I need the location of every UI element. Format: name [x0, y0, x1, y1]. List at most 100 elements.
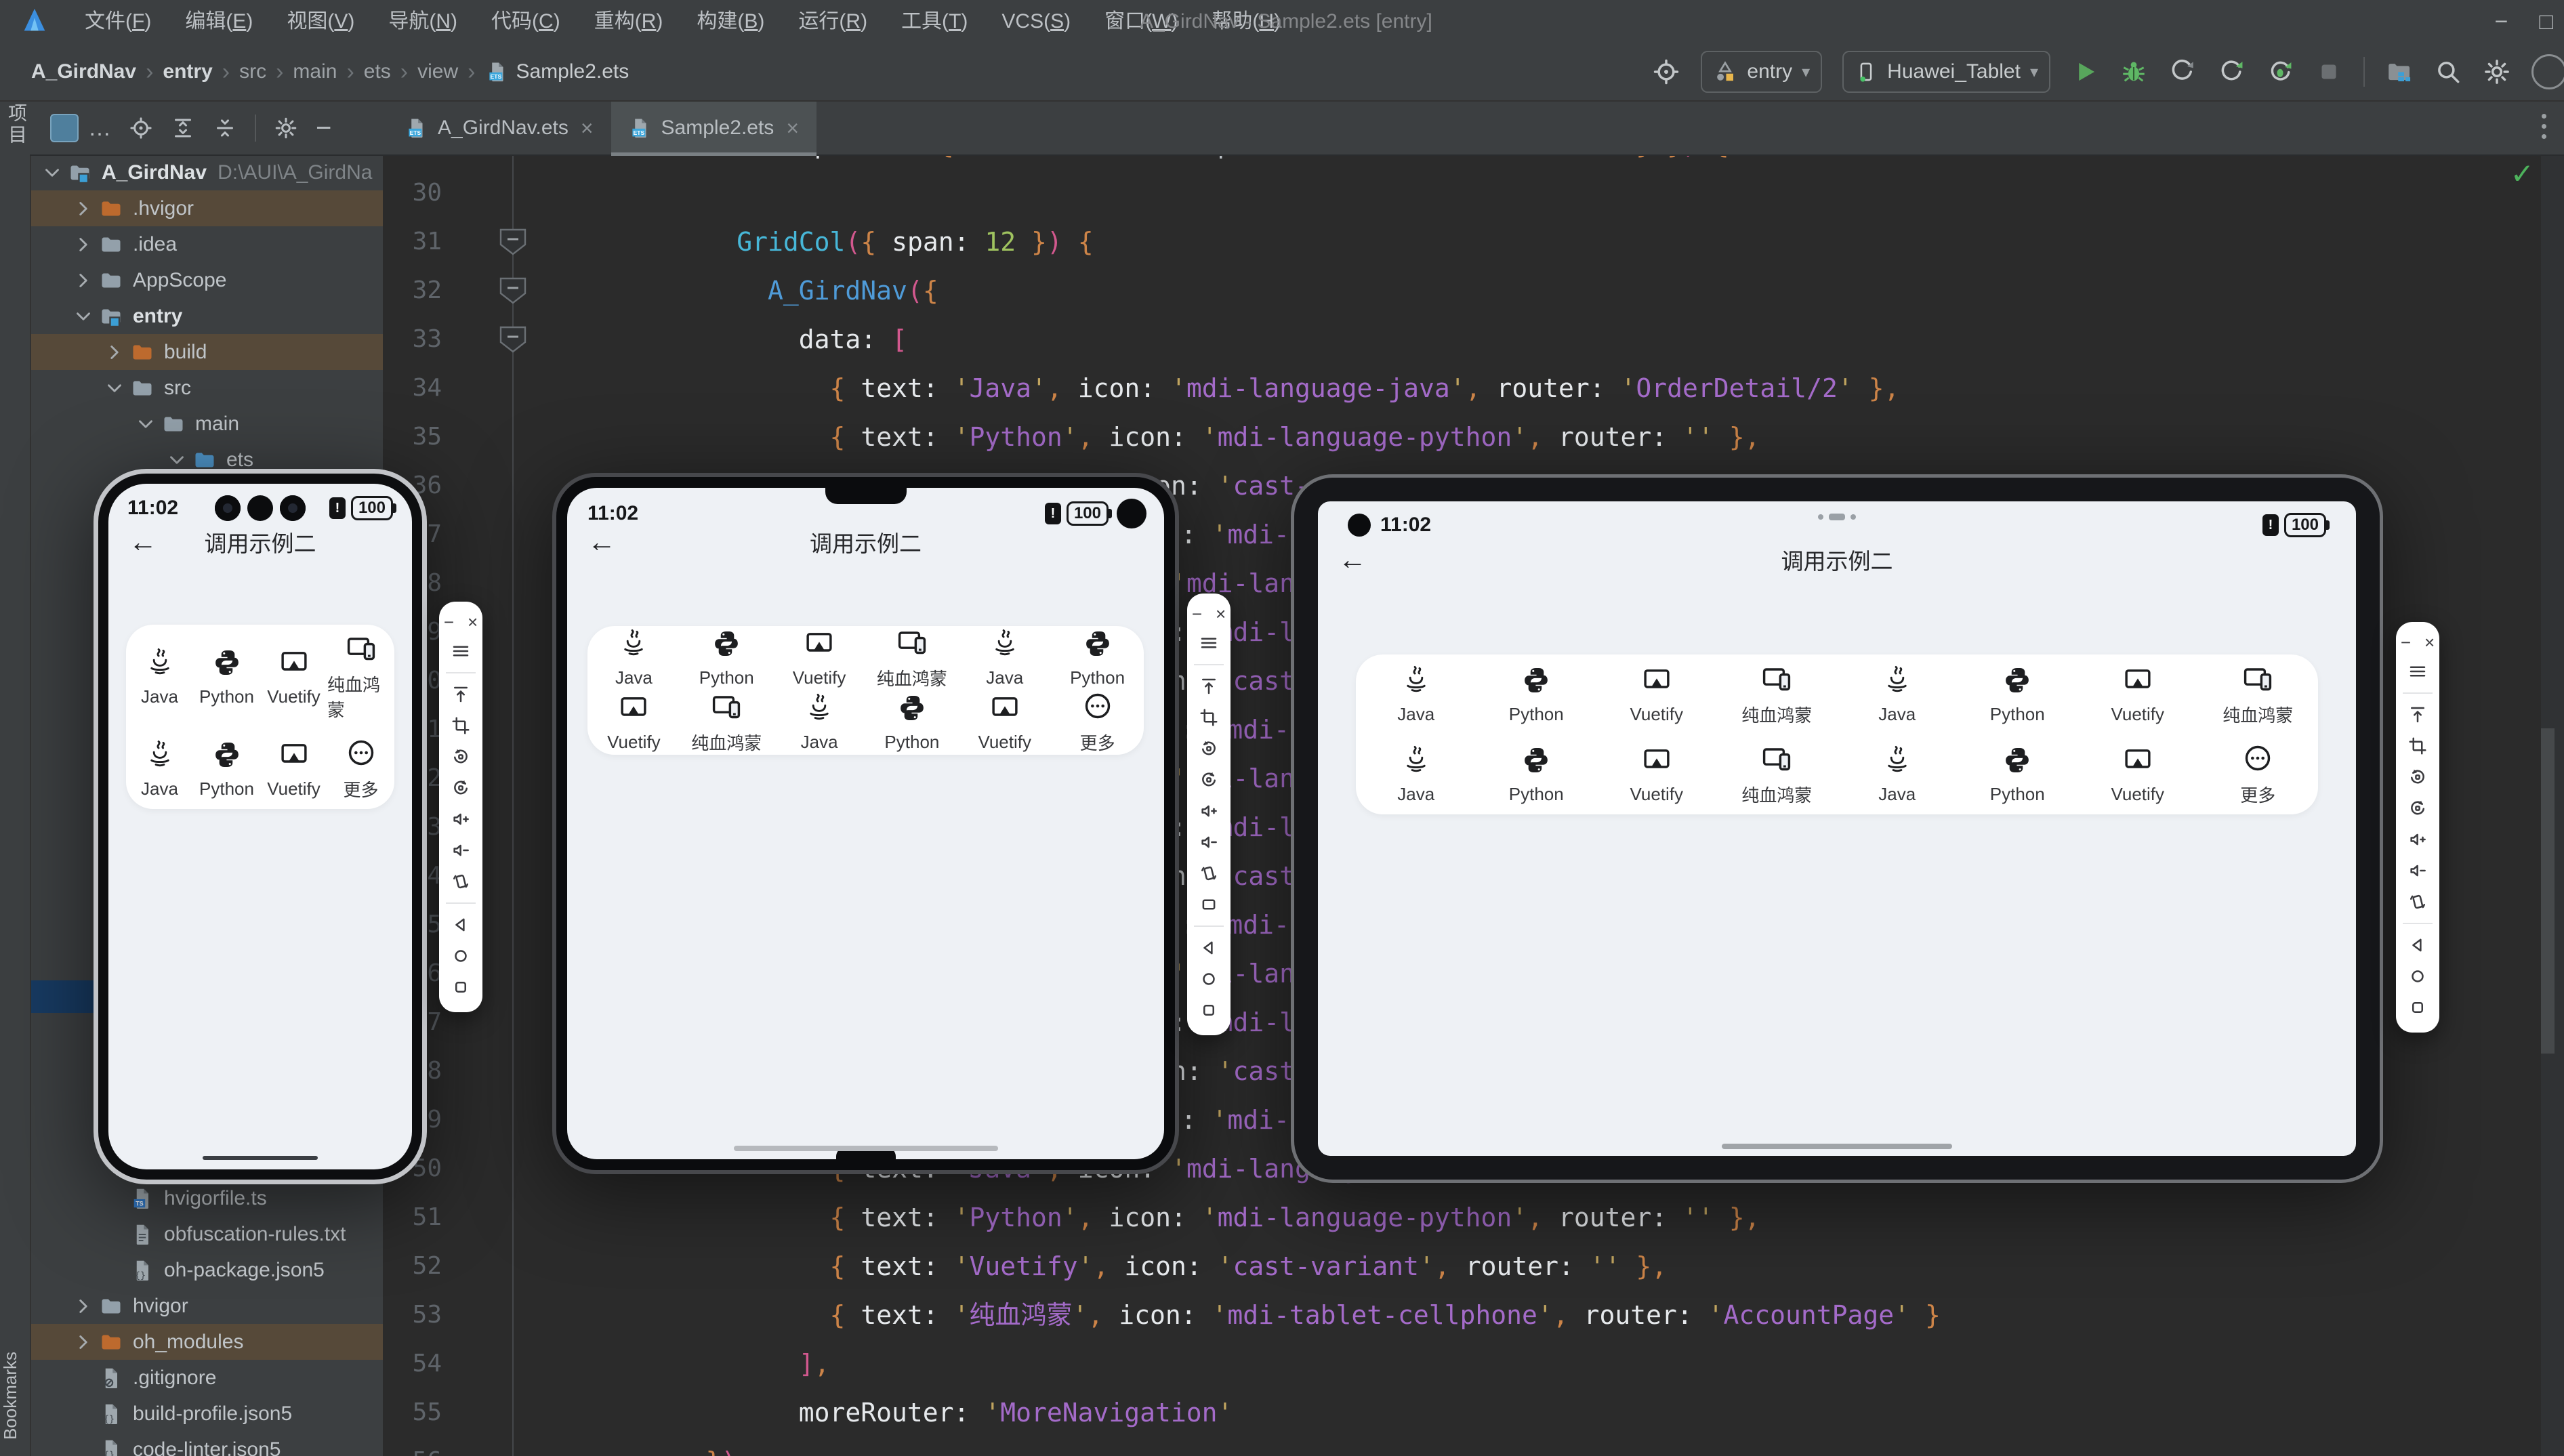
top-icon[interactable] — [2403, 699, 2433, 730]
breadcrumb-item[interactable]: main — [289, 60, 341, 83]
app-cell-Java[interactable]: Java — [1356, 665, 1476, 725]
menu-item[interactable]: 运行(R) — [781, 0, 884, 43]
sidebar-item-bookmarks[interactable]: Bookmarks — [0, 1352, 30, 1440]
device-select[interactable]: Huawei_Tablet ▾ — [1842, 51, 2050, 93]
tree-item-src[interactable]: src — [31, 370, 383, 406]
app-cell-纯血鸿蒙[interactable]: 纯血鸿蒙 — [2198, 663, 2319, 727]
tree-item-.hvigor[interactable]: .hvigor — [31, 190, 383, 226]
app-cell-Python[interactable]: Python — [193, 739, 260, 799]
app-cell-Python[interactable]: Python — [1958, 745, 2078, 805]
editor-scrollbar[interactable] — [2541, 728, 2555, 1054]
home-indicator[interactable] — [733, 1146, 998, 1151]
rotate-cw-icon[interactable] — [446, 772, 476, 804]
app-cell-Vuetify[interactable]: Vuetify — [260, 647, 327, 707]
run-button[interactable] — [2071, 58, 2099, 86]
menu-icon[interactable] — [2403, 656, 2433, 687]
select-opened-file-icon[interactable] — [129, 116, 153, 140]
code-line[interactable]: { text: 'Java', icon: 'mdi-language-java… — [644, 364, 1956, 413]
stop-button[interactable] — [2315, 58, 2343, 86]
device-manager-icon[interactable] — [2385, 58, 2414, 86]
code-line[interactable]: { text: 'Python', icon: 'mdi-language-py… — [644, 413, 1956, 461]
tree-item-build-profile.json5[interactable]: {} build-profile.json5 — [31, 1396, 383, 1432]
app-cell-更多[interactable]: 更多 — [1051, 690, 1144, 755]
code-line[interactable] — [644, 169, 1956, 217]
menu-item[interactable]: 视图(V) — [270, 0, 371, 43]
app-cell-Python[interactable]: Python — [1476, 745, 1597, 805]
app-cell-纯血鸿蒙[interactable]: 纯血鸿蒙 — [680, 690, 773, 755]
code-line[interactable]: { text: 'Python', icon: 'mdi-language-py… — [644, 1193, 1956, 1242]
vol-up-icon[interactable] — [446, 804, 476, 835]
tree-item-.gitignore[interactable]: .gitignore — [31, 1360, 383, 1396]
app-cell-Vuetify[interactable]: Vuetify — [1596, 745, 1717, 805]
recents-icon[interactable] — [2403, 992, 2433, 1023]
rotate-ccw-icon[interactable] — [2403, 762, 2433, 793]
app-cell-Java[interactable]: Java — [773, 692, 866, 753]
chevron-down-icon[interactable] — [103, 377, 126, 400]
debug-button[interactable] — [2120, 58, 2148, 86]
app-cell-Python[interactable]: Python — [680, 628, 773, 688]
tree-item-main[interactable]: main — [31, 406, 383, 442]
back-icon[interactable] — [2403, 930, 2433, 961]
app-cell-Vuetify[interactable]: Vuetify — [2077, 745, 2198, 805]
app-cell-Java[interactable]: Java — [1837, 745, 1958, 805]
menu-icon[interactable] — [1194, 627, 1224, 659]
shake-icon[interactable] — [446, 866, 476, 897]
code-line[interactable]: ], — [644, 1339, 1956, 1388]
hide-panel-icon[interactable]: − — [316, 113, 331, 144]
app-cell-Java[interactable]: Java — [126, 647, 193, 707]
menu-item[interactable]: 导航(N) — [371, 0, 474, 43]
tab-A_GirdNav.ets[interactable]: ETS A_GirdNav.ets × — [388, 102, 611, 154]
close-icon[interactable]: × — [786, 116, 799, 141]
chevron-right-icon[interactable] — [72, 233, 95, 256]
rotate-ccw-icon[interactable] — [1194, 733, 1224, 764]
avatar[interactable] — [2531, 54, 2564, 89]
back-arrow-icon[interactable]: ← — [129, 526, 157, 558]
code-line[interactable]: data: [ — [644, 315, 1956, 364]
rerun-button[interactable] — [2217, 58, 2246, 86]
breadcrumb-item[interactable]: A_GirdNav — [27, 60, 140, 83]
tab-Sample2.ets[interactable]: ETS Sample2.ets × — [611, 102, 817, 156]
home-icon[interactable] — [2403, 961, 2433, 992]
menu-item[interactable]: 文件(F) — [68, 0, 168, 43]
menu-item[interactable]: 构建(B) — [680, 0, 781, 43]
code-line[interactable]: GridCol({ span: 12 }) { — [644, 217, 1956, 266]
crop-icon[interactable] — [446, 710, 476, 741]
app-cell-Vuetify[interactable]: Vuetify — [260, 739, 327, 799]
app-cell-Python[interactable]: Python — [1958, 665, 2078, 725]
close-icon[interactable]: × — [2424, 632, 2435, 653]
chevron-right-icon[interactable] — [72, 197, 95, 220]
chevron-down-icon[interactable] — [165, 449, 188, 472]
app-cell-更多[interactable]: 更多 — [327, 737, 394, 802]
recents-icon[interactable] — [1194, 995, 1224, 1026]
app-cell-纯血鸿蒙[interactable]: 纯血鸿蒙 — [1717, 663, 1838, 727]
crop-icon[interactable] — [1194, 702, 1224, 733]
vol-up-icon[interactable] — [2403, 824, 2433, 855]
chevron-right-icon[interactable] — [72, 1295, 95, 1318]
app-cell-Vuetify[interactable]: Vuetify — [587, 692, 680, 753]
home-indicator[interactable] — [203, 1156, 318, 1160]
app-cell-Java[interactable]: Java — [1356, 745, 1476, 805]
fold-marker-icon[interactable] — [497, 323, 529, 356]
search-icon[interactable] — [2434, 58, 2462, 86]
app-cell-纯血鸿蒙[interactable]: 纯血鸿蒙 — [1717, 743, 1838, 807]
profiler-button[interactable] — [2168, 58, 2197, 86]
app-cell-Vuetify[interactable]: Vuetify — [958, 692, 1051, 753]
shake-icon[interactable] — [1194, 858, 1224, 889]
code-line[interactable]: { text: '纯血鸿蒙', icon: 'mdi-tablet-cellph… — [644, 1291, 1956, 1339]
code-line[interactable]: A_GirdNav({ — [644, 266, 1956, 315]
tree-item-.idea[interactable]: .idea — [31, 226, 383, 262]
chevron-right-icon[interactable] — [103, 341, 126, 364]
app-cell-Vuetify[interactable]: Vuetify — [773, 628, 866, 688]
breadcrumb-item[interactable]: entry — [159, 60, 216, 83]
window-minimize-button[interactable]: − — [2495, 9, 2508, 35]
back-icon[interactable] — [446, 909, 476, 940]
expand-all-icon[interactable] — [171, 116, 195, 140]
back-arrow-icon[interactable]: ← — [587, 526, 616, 558]
collapse-all-icon[interactable] — [213, 116, 237, 140]
chevron-down-icon[interactable] — [72, 305, 95, 328]
tree-item-hvigor[interactable]: hvigor — [31, 1288, 383, 1324]
top-icon[interactable] — [446, 679, 476, 710]
fold-marker-icon[interactable] — [497, 274, 529, 307]
home-indicator[interactable] — [1722, 1144, 1952, 1149]
rotate-cw-icon[interactable] — [1194, 764, 1224, 795]
